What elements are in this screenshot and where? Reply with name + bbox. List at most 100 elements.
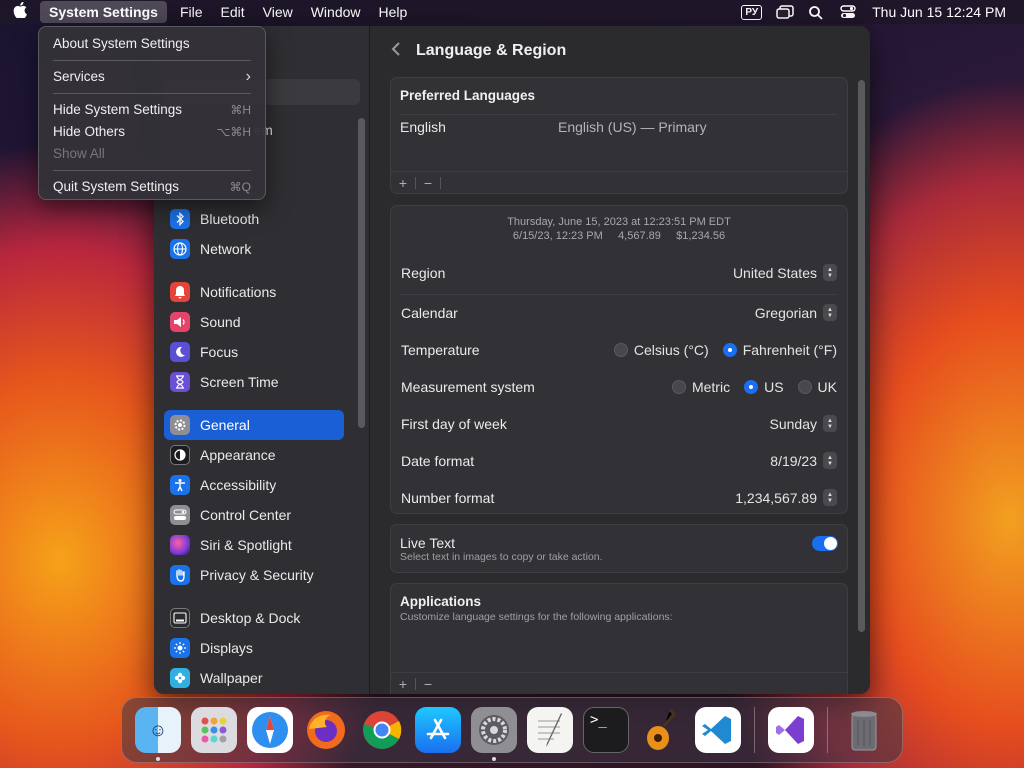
celsius-radio[interactable] bbox=[613, 342, 628, 357]
submenu-chevron-icon: › bbox=[245, 68, 251, 85]
dock-textedit[interactable] bbox=[527, 707, 573, 753]
sidebar-item-label: Screen Time bbox=[200, 374, 279, 390]
hourglass-icon bbox=[170, 372, 190, 392]
date-format-select[interactable]: 8/19/23 ▲ ▼ bbox=[770, 452, 837, 469]
us-label[interactable]: US bbox=[764, 379, 783, 395]
dock-launchpad[interactable] bbox=[191, 707, 237, 753]
sidebar-item-accessibility[interactable]: Accessibility bbox=[164, 470, 344, 500]
dock-icon bbox=[170, 608, 190, 628]
content-scrollbar[interactable] bbox=[858, 80, 865, 632]
metric-label[interactable]: Metric bbox=[692, 379, 730, 395]
first-day-select[interactable]: Sunday ▲ ▼ bbox=[770, 415, 837, 432]
sidebar-item-wallpaper[interactable]: Wallpaper bbox=[164, 663, 344, 693]
celsius-label[interactable]: Celsius (°C) bbox=[634, 342, 709, 358]
applications-group: Applications Customize language settings… bbox=[390, 583, 848, 694]
number-format-value: 1,234,567.89 bbox=[735, 489, 817, 506]
number-format-label: Number format bbox=[401, 489, 495, 506]
apple-menu-icon[interactable] bbox=[0, 1, 40, 22]
sidebar-scrollbar[interactable] bbox=[358, 118, 365, 428]
region-label: Region bbox=[401, 264, 446, 281]
region-select[interactable]: United States ▲ ▼ bbox=[733, 264, 837, 281]
back-chevron-icon[interactable] bbox=[376, 40, 416, 63]
applications-heading: Applications bbox=[400, 594, 482, 609]
sidebar-item-label: Network bbox=[200, 241, 252, 257]
menu-window[interactable]: Window bbox=[302, 1, 370, 23]
uk-label[interactable]: UK bbox=[818, 379, 837, 395]
add-application-button[interactable]: + bbox=[391, 676, 415, 692]
dock-divider bbox=[827, 707, 828, 753]
menu-item-label: About System Settings bbox=[53, 36, 190, 51]
sidebar-item-label: Desktop & Dock bbox=[200, 610, 301, 626]
sidebar-item-bluetooth[interactable]: Bluetooth bbox=[164, 204, 344, 234]
fahrenheit-radio[interactable] bbox=[722, 342, 737, 357]
dock-app-store[interactable] bbox=[415, 707, 461, 753]
sidebar-item-label: Siri & Spotlight bbox=[200, 537, 292, 553]
sidebar-item-label: Control Center bbox=[200, 507, 292, 523]
clock[interactable]: Thu Jun 15 12:24 PM bbox=[872, 4, 1006, 20]
first-day-row: First day of week Sunday ▲ ▼ bbox=[391, 405, 847, 442]
calendar-select[interactable]: Gregorian ▲ ▼ bbox=[755, 304, 837, 321]
dock-visual-studio[interactable] bbox=[768, 707, 814, 753]
sidebar-item-notifications[interactable]: Notifications bbox=[164, 277, 344, 307]
dock-trash[interactable] bbox=[841, 707, 887, 753]
menu-view[interactable]: View bbox=[254, 1, 302, 23]
stage-manager-icon[interactable] bbox=[776, 5, 794, 19]
menu-help[interactable]: Help bbox=[370, 1, 417, 23]
menu-about-system-settings[interactable]: About System Settings bbox=[39, 33, 265, 55]
sidebar-item-desktop-dock[interactable]: Desktop & Dock bbox=[164, 603, 344, 633]
menu-quit-system-settings[interactable]: Quit System Settings ⌘Q bbox=[39, 176, 265, 198]
first-day-label: First day of week bbox=[401, 415, 507, 432]
menu-hide-others[interactable]: Hide Others ⌥⌘H bbox=[39, 121, 265, 143]
dock-garageband[interactable] bbox=[639, 707, 685, 753]
dock-system-settings[interactable] bbox=[471, 707, 517, 761]
uk-radio[interactable] bbox=[797, 379, 812, 394]
dock-finder[interactable]: ☺ bbox=[135, 707, 181, 761]
menu-file[interactable]: File bbox=[171, 1, 212, 23]
remove-language-button[interactable]: − bbox=[416, 175, 440, 191]
chrome-icon bbox=[363, 711, 402, 749]
dock-terminal[interactable]: >_ bbox=[583, 707, 629, 753]
sidebar-item-general[interactable]: General bbox=[164, 410, 344, 440]
metric-radio[interactable] bbox=[671, 379, 686, 394]
dock-divider bbox=[754, 707, 755, 753]
sidebar-item-appearance[interactable]: Appearance bbox=[164, 440, 344, 470]
language-row-english[interactable]: English English (US) — Primary bbox=[391, 115, 847, 139]
sidebar-item-focus[interactable]: Focus bbox=[164, 337, 344, 367]
us-radio[interactable] bbox=[744, 379, 759, 394]
sidebar-item-displays[interactable]: Displays bbox=[164, 633, 344, 663]
sidebar-item-privacy-security[interactable]: Privacy & Security bbox=[164, 560, 344, 590]
accessibility-icon bbox=[170, 475, 190, 495]
sidebar-item-sound[interactable]: Sound bbox=[164, 307, 344, 337]
language-name: English bbox=[400, 119, 446, 135]
sidebar-item-label: Accessibility bbox=[200, 477, 277, 493]
dock-vscode[interactable] bbox=[695, 707, 741, 753]
gear-icon bbox=[170, 415, 190, 435]
search-icon[interactable] bbox=[808, 5, 826, 20]
sidebar-item-screen-time[interactable]: Screen Time bbox=[164, 367, 344, 397]
add-language-button[interactable]: + bbox=[391, 175, 415, 191]
live-text-description: Select text in images to copy or take ac… bbox=[400, 551, 603, 563]
live-text-toggle[interactable] bbox=[812, 536, 838, 551]
menu-separator bbox=[53, 170, 251, 171]
menu-separator bbox=[53, 93, 251, 94]
sidebar-item-siri-spotlight[interactable]: Siri & Spotlight bbox=[164, 530, 344, 560]
fahrenheit-label[interactable]: Fahrenheit (°F) bbox=[743, 342, 837, 358]
menu-edit[interactable]: Edit bbox=[212, 1, 254, 23]
dock-firefox[interactable] bbox=[303, 707, 349, 753]
firefox-icon bbox=[307, 711, 345, 749]
input-source-indicator[interactable]: РУ bbox=[741, 4, 763, 20]
sidebar-item-control-center[interactable]: Control Center bbox=[164, 500, 344, 530]
app-menu-system-settings[interactable]: System Settings bbox=[40, 1, 167, 23]
number-format-select[interactable]: 1,234,567.89 ▲ ▼ bbox=[735, 489, 837, 506]
dock-chrome[interactable] bbox=[359, 707, 405, 753]
remove-application-button[interactable]: − bbox=[416, 676, 440, 692]
content-header: Language & Region bbox=[370, 26, 870, 76]
control-center-icon[interactable] bbox=[840, 5, 858, 19]
dock-safari[interactable] bbox=[247, 707, 293, 753]
safari-compass-icon bbox=[252, 712, 288, 748]
menu-services[interactable]: Services › bbox=[39, 66, 265, 88]
sidebar-item-network[interactable]: Network bbox=[164, 234, 344, 264]
updown-chevron-icon: ▲ ▼ bbox=[823, 415, 837, 432]
page-title: Language & Region bbox=[416, 42, 567, 59]
menu-hide-system-settings[interactable]: Hide System Settings ⌘H bbox=[39, 99, 265, 121]
